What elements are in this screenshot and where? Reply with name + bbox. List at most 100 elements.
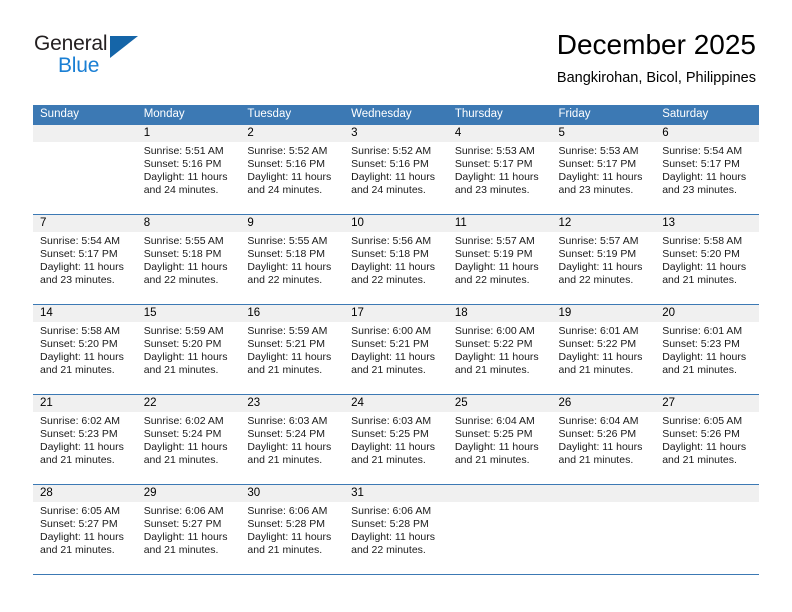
day-cell-inner: 4 Sunrise: 5:53 AM Sunset: 5:17 PM Dayli… <box>447 124 552 214</box>
title-block: December 2025 Bangkirohan, Bicol, Philip… <box>557 28 756 88</box>
day-cell-inner: 22 Sunrise: 6:02 AM Sunset: 5:24 PM Dayl… <box>136 394 241 484</box>
day-cell: 26 Sunrise: 6:04 AM Sunset: 5:26 PM Dayl… <box>551 393 656 484</box>
daylight-text: Daylight: 11 hours and 23 minutes. <box>40 260 124 287</box>
sunset-text: Sunset: 5:23 PM <box>40 427 118 440</box>
sunrise-text: Sunrise: 5:53 AM <box>558 144 639 157</box>
sunset-text: Sunset: 5:16 PM <box>351 157 429 170</box>
day-cell-inner: 10 Sunrise: 5:56 AM Sunset: 5:18 PM Dayl… <box>344 214 448 304</box>
daylight-text: Daylight: 11 hours and 21 minutes. <box>454 350 539 377</box>
sunrise-text: Sunrise: 6:06 AM <box>351 504 432 517</box>
day-cell-inner: 18 Sunrise: 6:00 AM Sunset: 5:22 PM Dayl… <box>447 304 552 394</box>
day-cell: 13 Sunrise: 5:58 AM Sunset: 5:20 PM Dayl… <box>655 213 759 304</box>
daylight-text: Daylight: 11 hours and 21 minutes. <box>558 440 643 467</box>
sunset-text: Sunset: 5:18 PM <box>351 247 429 260</box>
weekday-header: Sunday Monday Tuesday Wednesday Thursday… <box>33 105 759 124</box>
day-number: 15 <box>136 304 241 322</box>
daylight-text: Daylight: 11 hours and 21 minutes. <box>40 440 124 467</box>
day-cell-inner: 2 Sunrise: 5:52 AM Sunset: 5:16 PM Dayli… <box>240 124 345 214</box>
day-info: Sunrise: 6:05 AM Sunset: 5:27 PM Dayligh… <box>33 502 137 558</box>
day-info <box>655 502 759 505</box>
daylight-text: Daylight: 11 hours and 21 minutes. <box>247 530 332 557</box>
daylight-text: Daylight: 11 hours and 21 minutes. <box>351 350 435 377</box>
sunset-text: Sunset: 5:20 PM <box>143 337 222 350</box>
day-cell-inner: 15 Sunrise: 5:59 AM Sunset: 5:20 PM Dayl… <box>136 304 241 394</box>
sunrise-text: Sunrise: 6:06 AM <box>143 504 224 517</box>
daylight-text: Daylight: 11 hours and 24 minutes. <box>143 170 228 197</box>
sunrise-text: Sunrise: 5:59 AM <box>143 324 224 337</box>
day-info: Sunrise: 5:54 AM Sunset: 5:17 PM Dayligh… <box>655 142 759 198</box>
day-number: 4 <box>447 124 552 142</box>
day-info: Sunrise: 6:04 AM Sunset: 5:26 PM Dayligh… <box>552 412 656 468</box>
weekday-wednesday: Wednesday <box>344 105 448 124</box>
day-cell-inner: 9 Sunrise: 5:55 AM Sunset: 5:18 PM Dayli… <box>240 214 345 304</box>
logo-triangle-icon <box>110 36 138 58</box>
sunset-text: Sunset: 5:24 PM <box>247 427 326 440</box>
page-title: December 2025 <box>556 29 756 60</box>
day-info: Sunrise: 5:56 AM Sunset: 5:18 PM Dayligh… <box>344 232 448 288</box>
day-number <box>655 484 759 502</box>
sunset-text: Sunset: 5:28 PM <box>247 517 326 530</box>
day-info: Sunrise: 6:03 AM Sunset: 5:25 PM Dayligh… <box>344 412 448 468</box>
day-info <box>33 142 137 145</box>
day-number: 16 <box>240 304 345 322</box>
day-info: Sunrise: 5:52 AM Sunset: 5:16 PM Dayligh… <box>344 142 448 198</box>
day-cell: 23 Sunrise: 6:03 AM Sunset: 5:24 PM Dayl… <box>240 393 345 484</box>
sunset-text: Sunset: 5:27 PM <box>143 517 222 530</box>
day-cell: 24 Sunrise: 6:03 AM Sunset: 5:25 PM Dayl… <box>344 393 448 484</box>
weekday-thursday: Thursday <box>447 105 552 124</box>
daylight-text: Daylight: 11 hours and 22 minutes. <box>351 260 435 287</box>
sunset-text: Sunset: 5:21 PM <box>351 337 429 350</box>
day-info: Sunrise: 5:58 AM Sunset: 5:20 PM Dayligh… <box>655 232 759 288</box>
sunrise-text: Sunrise: 5:58 AM <box>40 324 120 337</box>
sunrise-text: Sunrise: 6:05 AM <box>662 414 743 427</box>
day-cell: 9 Sunrise: 5:55 AM Sunset: 5:18 PM Dayli… <box>240 213 345 304</box>
day-cell: 7 Sunrise: 5:54 AM Sunset: 5:17 PM Dayli… <box>33 213 137 304</box>
day-number: 22 <box>136 394 241 412</box>
day-number: 8 <box>136 214 241 232</box>
calendar-header-row: Sunday Monday Tuesday Wednesday Thursday… <box>33 105 759 124</box>
day-cell: 11 Sunrise: 5:57 AM Sunset: 5:19 PM Dayl… <box>447 213 552 304</box>
sunset-text: Sunset: 5:17 PM <box>454 157 533 170</box>
daylight-text: Daylight: 11 hours and 21 minutes. <box>143 440 228 467</box>
sunset-text: Sunset: 5:16 PM <box>247 157 326 170</box>
sunrise-text: Sunrise: 6:02 AM <box>40 414 120 427</box>
day-number <box>551 484 656 502</box>
day-cell-inner: 31 Sunrise: 6:06 AM Sunset: 5:28 PM Dayl… <box>344 484 448 574</box>
calendar-page: General Blue December 2025 Bangkirohan, … <box>0 0 792 612</box>
day-cell: 1 Sunrise: 5:51 AM Sunset: 5:16 PM Dayli… <box>136 123 241 214</box>
logo-word-general: General <box>34 32 108 55</box>
daylight-text: Daylight: 11 hours and 21 minutes. <box>662 350 747 377</box>
day-cell: 3 Sunrise: 5:52 AM Sunset: 5:16 PM Dayli… <box>344 123 448 214</box>
day-cell-inner: 27 Sunrise: 6:05 AM Sunset: 5:26 PM Dayl… <box>655 394 759 484</box>
sunrise-text: Sunrise: 6:04 AM <box>558 414 639 427</box>
sunset-text: Sunset: 5:18 PM <box>247 247 326 260</box>
sunrise-text: Sunrise: 6:00 AM <box>351 324 432 337</box>
day-number: 17 <box>344 304 448 322</box>
day-number: 26 <box>551 394 656 412</box>
day-cell <box>551 483 656 575</box>
sunrise-text: Sunrise: 6:01 AM <box>662 324 743 337</box>
daylight-text: Daylight: 11 hours and 24 minutes. <box>247 170 332 197</box>
day-number: 11 <box>447 214 552 232</box>
daylight-text: Daylight: 11 hours and 21 minutes. <box>247 350 332 377</box>
day-number: 3 <box>344 124 448 142</box>
daylight-text: Daylight: 11 hours and 21 minutes. <box>454 440 539 467</box>
sunrise-text: Sunrise: 5:52 AM <box>351 144 432 157</box>
day-cell: 31 Sunrise: 6:06 AM Sunset: 5:28 PM Dayl… <box>344 483 448 575</box>
sunset-text: Sunset: 5:22 PM <box>558 337 637 350</box>
day-cell: 5 Sunrise: 5:53 AM Sunset: 5:17 PM Dayli… <box>551 123 656 214</box>
sunrise-text: Sunrise: 5:58 AM <box>662 234 743 247</box>
day-cell-inner <box>655 484 759 574</box>
day-cell-inner: 24 Sunrise: 6:03 AM Sunset: 5:25 PM Dayl… <box>344 394 448 484</box>
day-number: 21 <box>33 394 137 412</box>
sunset-text: Sunset: 5:24 PM <box>143 427 222 440</box>
sunset-text: Sunset: 5:21 PM <box>247 337 326 350</box>
sunrise-text: Sunrise: 6:03 AM <box>351 414 432 427</box>
daylight-text: Daylight: 11 hours and 22 minutes. <box>454 260 539 287</box>
sunset-text: Sunset: 5:27 PM <box>40 517 118 530</box>
day-info: Sunrise: 5:53 AM Sunset: 5:17 PM Dayligh… <box>448 142 552 198</box>
weekday-tuesday: Tuesday <box>240 105 345 124</box>
day-cell-inner: 23 Sunrise: 6:03 AM Sunset: 5:24 PM Dayl… <box>240 394 345 484</box>
sunset-text: Sunset: 5:18 PM <box>143 247 222 260</box>
day-info: Sunrise: 6:00 AM Sunset: 5:21 PM Dayligh… <box>344 322 448 378</box>
